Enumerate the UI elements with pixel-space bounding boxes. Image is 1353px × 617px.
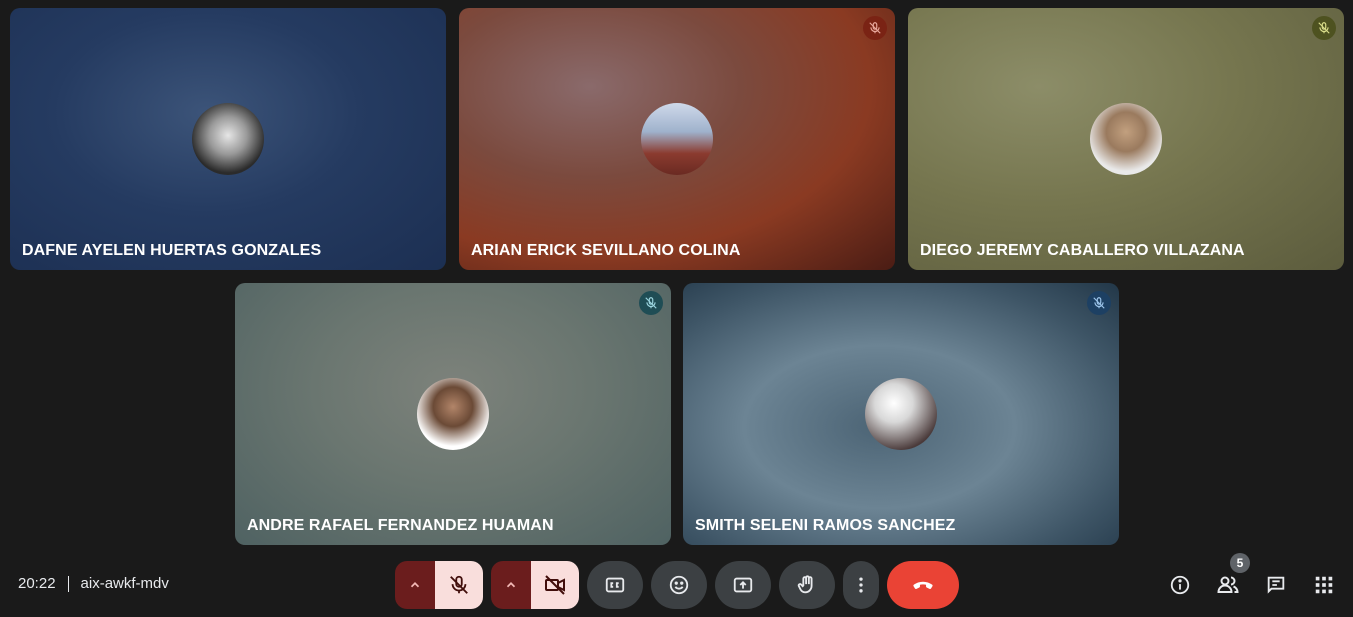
mic-off-icon <box>645 297 657 309</box>
participant-name: DIEGO JEREMY CABALLERO VILLAZANA <box>920 242 1245 259</box>
reactions-button[interactable] <box>651 561 707 609</box>
chat-button[interactable] <box>1264 573 1288 597</box>
end-call-icon <box>913 581 933 590</box>
present-screen-icon <box>733 577 753 593</box>
info-icon <box>1170 575 1190 595</box>
captions-button[interactable] <box>587 561 643 609</box>
video-options-button[interactable] <box>491 561 531 609</box>
meeting-details-button[interactable] <box>1168 573 1192 597</box>
participant-tile[interactable]: DAFNE AYELEN HUERTAS GONZALES <box>10 8 446 270</box>
apps-grid-icon <box>1315 576 1333 594</box>
participant-avatar <box>417 378 489 450</box>
camera-off-icon <box>545 575 565 595</box>
people-count-badge: 5 <box>1230 553 1250 573</box>
participant-name: DAFNE AYELEN HUERTAS GONZALES <box>22 242 322 259</box>
chevron-up-icon <box>506 582 516 588</box>
mic-toggle-button[interactable] <box>435 561 483 609</box>
camera-control <box>491 561 579 609</box>
mic-off-icon <box>1093 297 1105 309</box>
participant-avatar <box>192 103 264 175</box>
participant-avatar <box>1090 103 1162 175</box>
meeting-code: aix-awkf-mdv <box>80 575 169 592</box>
emoji-icon <box>669 575 689 595</box>
more-options-button[interactable] <box>843 561 879 609</box>
participant-name: ARIAN ERICK SEVILLANO COLINA <box>471 242 741 259</box>
chevron-up-icon <box>410 582 420 588</box>
participant-avatar <box>865 378 937 450</box>
muted-indicator <box>1087 291 1111 315</box>
participant-tile[interactable]: SMITH SELENI RAMOS SANCHEZ <box>683 283 1119 545</box>
participant-tile[interactable]: ARIAN ERICK SEVILLANO COLINA <box>459 8 895 270</box>
present-button[interactable] <box>715 561 771 609</box>
audio-options-button[interactable] <box>395 561 435 609</box>
muted-indicator <box>639 291 663 315</box>
participant-tile[interactable]: DIEGO JEREMY CABALLERO VILLAZANA <box>908 8 1344 270</box>
muted-indicator <box>1312 16 1336 40</box>
participant-tile[interactable]: ANDRE RAFAEL FERNANDEZ HUAMAN <box>235 283 671 545</box>
mic-control <box>395 561 483 609</box>
participant-name: SMITH SELENI RAMOS SANCHEZ <box>695 517 956 534</box>
chat-icon <box>1267 576 1285 594</box>
raise-hand-button[interactable] <box>779 561 835 609</box>
more-vertical-icon <box>859 577 863 593</box>
muted-indicator <box>863 16 887 40</box>
raise-hand-icon <box>797 575 813 594</box>
mic-off-icon <box>869 22 881 34</box>
clock-time: 20:22 <box>18 575 56 592</box>
camera-toggle-button[interactable] <box>531 561 579 609</box>
mic-off-icon <box>450 575 468 594</box>
activities-button[interactable] <box>1312 573 1336 597</box>
mic-off-icon <box>1318 22 1330 34</box>
divider <box>67 575 69 592</box>
leave-call-button[interactable] <box>887 561 959 609</box>
participant-name: ANDRE RAFAEL FERNANDEZ HUAMAN <box>247 517 554 534</box>
people-icon <box>1217 576 1239 593</box>
captions-icon <box>605 577 625 593</box>
participant-avatar <box>641 103 713 175</box>
people-button[interactable] <box>1216 573 1240 597</box>
meeting-info: 20:22 aix-awkf-mdv <box>18 575 169 592</box>
